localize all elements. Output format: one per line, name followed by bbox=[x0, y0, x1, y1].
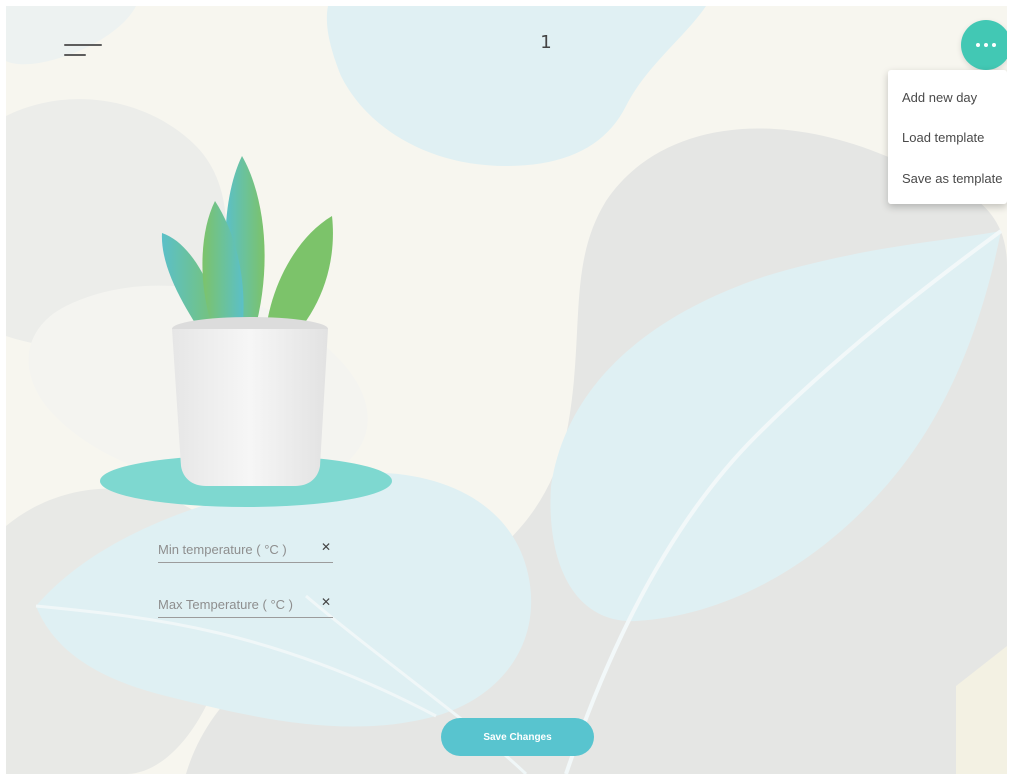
save-changes-button[interactable]: Save Changes bbox=[441, 718, 594, 756]
dot bbox=[976, 43, 980, 47]
plant-illustration bbox=[100, 156, 392, 507]
menu-item-save-as-template[interactable]: Save as template bbox=[902, 171, 1002, 193]
options-dropdown-menu: Add new day Load template Save as templa… bbox=[888, 70, 1007, 204]
min-temperature-field: ✕ bbox=[158, 538, 333, 563]
menu-bar bbox=[64, 44, 102, 46]
more-horizontal-icon[interactable] bbox=[961, 20, 1007, 70]
menu-item-add-new-day[interactable]: Add new day bbox=[902, 90, 977, 112]
close-icon[interactable]: ✕ bbox=[321, 595, 331, 609]
day-number: 1 bbox=[540, 32, 552, 53]
hamburger-menu-icon[interactable] bbox=[64, 40, 104, 68]
menu-item-load-template[interactable]: Load template bbox=[902, 130, 984, 152]
dot bbox=[984, 43, 988, 47]
close-icon[interactable]: ✕ bbox=[321, 540, 331, 554]
dot bbox=[992, 43, 996, 47]
max-temperature-input[interactable] bbox=[158, 593, 308, 615]
max-temperature-field: ✕ bbox=[158, 593, 333, 618]
app-root: 1 Add new day Load template Save as temp… bbox=[6, 6, 1007, 774]
menu-bar bbox=[64, 54, 86, 56]
min-temperature-input[interactable] bbox=[158, 538, 308, 560]
